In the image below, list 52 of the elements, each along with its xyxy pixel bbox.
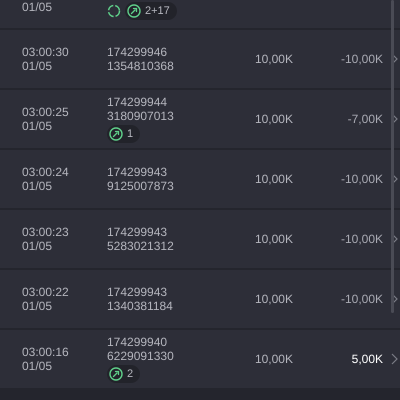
refresh-icon [107,4,121,18]
compass-icon [109,127,123,141]
transaction-row[interactable]: 03:00:16 01/05 174299940 6229091330 2 10,00K 5,00K [0,330,400,388]
transaction-row[interactable]: 01/05 2+17 [0,0,400,28]
date-text: 01/05 [22,0,54,14]
date-text: 01/05 [22,299,54,313]
result-text: -10,00K [340,292,383,306]
id-text: 3180907013 [107,109,175,123]
time-text: 03:00:30 [22,45,70,59]
amount-text: 10,00K [254,172,293,186]
amount-text: 10,00K [254,112,293,126]
date-text: 01/05 [22,179,54,193]
time-text: 03:00:23 [22,225,70,239]
amount-text: 10,00K [254,52,293,66]
chevron-icon [391,353,398,365]
time-text: 03:00:24 [22,165,70,179]
id-text: 5283021312 [107,239,175,253]
id-text: 174299940 [107,335,168,349]
amount-text: 10,00K [254,292,293,306]
transaction-row[interactable]: 03:00:24 01/05 174299943 9125007873 10,00K -10,00K [0,150,400,208]
compass-icon [109,367,123,381]
id-text: 1354810368 [107,59,175,73]
result-text: -10,00K [340,52,383,66]
count-badge: 2+17 [125,2,177,20]
id-text: 174299943 [107,165,168,179]
id-text: 1340381184 [107,299,174,313]
date-text: 01/05 [22,119,54,133]
id-text: 6229091330 [107,349,175,363]
count-badge: 2 [107,365,140,383]
date-text: 01/05 [22,359,54,373]
id-text: 174299943 [107,225,168,239]
id-text: 9125007873 [107,179,175,193]
amount-text: 10,00K [254,352,293,366]
compass-icon [127,4,141,18]
transaction-row[interactable]: 03:00:23 01/05 174299943 5283021312 10,00K -10,00K [0,210,400,268]
time-text: 03:00:16 [22,345,70,359]
result-text: -10,00K [340,232,383,246]
id-text: 174299943 [107,285,168,299]
result-text: -7,00K [346,112,383,126]
transaction-row[interactable]: 03:00:22 01/05 174299943 1340381184 10,00K -10,00K [0,270,400,328]
date-text: 01/05 [22,59,54,73]
transaction-row[interactable]: 03:00:30 01/05 174299946 1354810368 10,00K -10,00K [0,30,400,88]
time-text: 03:00:22 [22,285,70,299]
amount-text: 10,00K [254,232,293,246]
date-text: 01/05 [22,239,54,253]
id-text: 174299946 [107,45,168,59]
id-text: 174299944 [107,95,168,109]
transaction-row[interactable]: 03:00:25 01/05 174299944 3180907013 1 10,00K -7,00K [0,90,400,148]
time-text: 03:00:25 [22,105,70,119]
count-badge: 1 [107,125,140,143]
result-text: -10,00K [340,172,383,186]
result-text: 5,00K [350,352,383,366]
